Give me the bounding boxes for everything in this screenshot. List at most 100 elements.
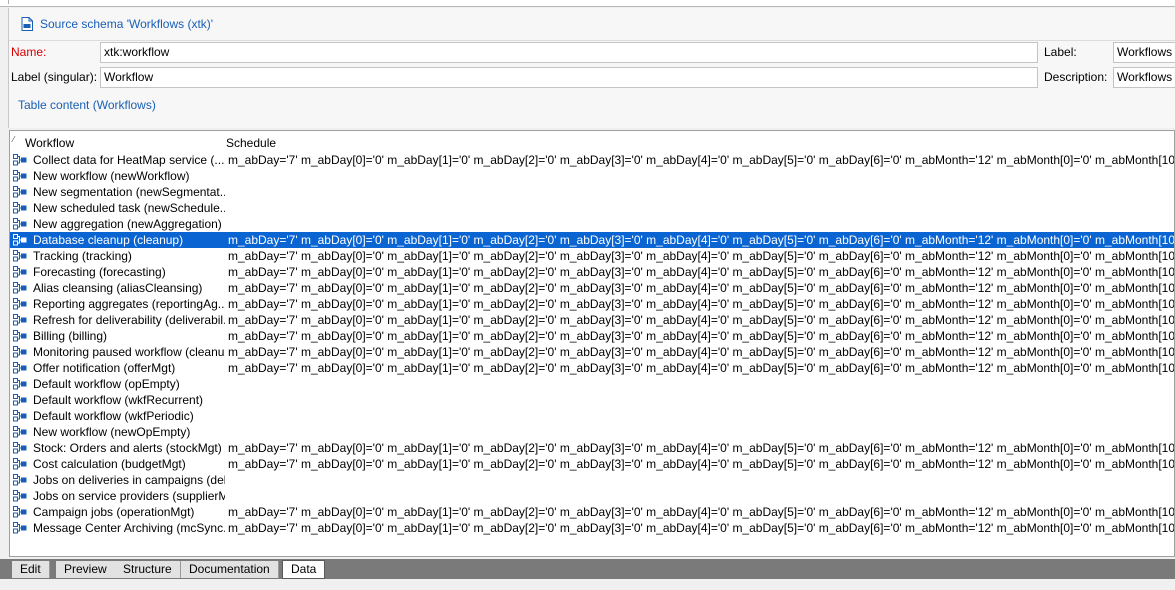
- cell-workflow: New scheduled task (newSchedule...: [33, 201, 225, 215]
- cell-workflow: New workflow (newOpEmpty): [33, 425, 191, 439]
- cell-schedule: m_abDay='7' m_abDay[0]='0' m_abDay[1]='0…: [228, 457, 1175, 471]
- cell-workflow: Monitoring paused workflow (cleanu...: [33, 345, 225, 359]
- cell-workflow: Jobs on deliveries in campaigns (del...: [33, 473, 225, 487]
- table-row[interactable]: Database cleanup (cleanup) m_abDay='7' m_…: [10, 232, 1174, 248]
- workflow-icon: [13, 490, 28, 502]
- workflow-icon: [13, 218, 28, 230]
- table-row[interactable]: Collect data for HeatMap service (... m_a…: [10, 152, 1174, 168]
- workflow-icon: [13, 154, 28, 166]
- divider: [9, 40, 1175, 41]
- tab-bar: Edit Preview Structure Documentation Data: [0, 559, 1175, 579]
- cell-schedule: m_abDay='7' m_abDay[0]='0' m_abDay[1]='0…: [228, 281, 1175, 295]
- cell-workflow: Offer notification (offerMgt): [33, 361, 176, 375]
- table-row[interactable]: Message Center Archiving (mcSync... m_abD…: [10, 520, 1174, 536]
- workflow-icon: [13, 458, 28, 470]
- schema-title[interactable]: Source schema 'Workflows (xtk)': [21, 17, 213, 31]
- workflow-icon: [13, 266, 28, 278]
- cell-workflow: Reporting aggregates (reportingAg...: [33, 297, 225, 311]
- cell-schedule: m_abDay='7' m_abDay[0]='0' m_abDay[1]='0…: [228, 345, 1175, 359]
- table-row[interactable]: Default workflow (opEmpty): [10, 376, 1174, 392]
- cell-workflow: Refresh for deliverability (deliverabil.…: [33, 313, 225, 327]
- workflow-icon: [13, 426, 28, 438]
- table-row[interactable]: New segmentation (newSegmentat...: [10, 184, 1174, 200]
- cell-workflow: New segmentation (newSegmentat...: [33, 185, 225, 199]
- cell-workflow: Billing (billing): [33, 329, 108, 343]
- table-row[interactable]: Jobs on deliveries in campaigns (del...: [10, 472, 1174, 488]
- schema-title-text: Source schema 'Workflows (xtk)': [40, 17, 214, 31]
- table-row[interactable]: Monitoring paused workflow (cleanu... m_a…: [10, 344, 1174, 360]
- table-row[interactable]: Reporting aggregates (reportingAg... m_ab…: [10, 296, 1174, 312]
- column-header-workflow[interactable]: Workflow: [25, 136, 74, 150]
- workflow-icon: [13, 378, 28, 390]
- cell-schedule: m_abDay='7' m_abDay[0]='0' m_abDay[1]='0…: [228, 265, 1175, 279]
- cell-workflow: Jobs on service providers (supplierM...: [33, 489, 225, 503]
- workflow-icon: [13, 442, 28, 454]
- workflow-icon: [13, 202, 28, 214]
- workflow-icon: [13, 394, 28, 406]
- table-row[interactable]: Offer notification (offerMgt) m_abDay='7'…: [10, 360, 1174, 376]
- cell-schedule: m_abDay='7' m_abDay[0]='0' m_abDay[1]='0…: [228, 233, 1175, 247]
- name-label: Name:: [11, 45, 47, 59]
- cell-workflow: Stock: Orders and alerts (stockMgt): [33, 441, 222, 455]
- schema-panel: Source schema 'Workflows (xtk)' Name: xt…: [8, 8, 1175, 128]
- xml-file-icon: [21, 17, 33, 31]
- name-field[interactable]: xtk:workflow: [100, 42, 1038, 63]
- workflow-icon: [13, 474, 28, 486]
- table-row[interactable]: Default workflow (wkfRecurrent): [10, 392, 1174, 408]
- tab-preview[interactable]: Preview: [56, 561, 116, 578]
- tab-structure[interactable]: Structure: [115, 561, 181, 578]
- tab-documentation[interactable]: Documentation: [181, 561, 279, 578]
- label-label: Label:: [1044, 45, 1077, 59]
- grid-rows: Collect data for HeatMap service (... m_a…: [10, 152, 1174, 536]
- table-row[interactable]: Default workflow (wkfPeriodic): [10, 408, 1174, 424]
- table-row[interactable]: Tracking (tracking) m_abDay='7' m_abDay[0…: [10, 248, 1174, 264]
- cell-schedule: m_abDay='7' m_abDay[0]='0' m_abDay[1]='0…: [228, 361, 1175, 375]
- cell-workflow: Default workflow (wkfRecurrent): [33, 393, 204, 407]
- workflow-icon: [13, 314, 28, 326]
- table-row[interactable]: New workflow (newOpEmpty): [10, 424, 1174, 440]
- workflow-icon: [13, 346, 28, 358]
- cell-workflow: Tracking (tracking): [33, 249, 132, 263]
- table-row[interactable]: Billing (billing) m_abDay='7' m_abDay[0]=…: [10, 328, 1174, 344]
- cell-schedule: m_abDay='7' m_abDay[0]='0' m_abDay[1]='0…: [228, 329, 1175, 343]
- cell-workflow: Default workflow (wkfPeriodic): [33, 409, 194, 423]
- table-row[interactable]: Stock: Orders and alerts (stockMgt) m_abD…: [10, 440, 1174, 456]
- description-field[interactable]: Workflows c: [1113, 67, 1175, 88]
- grid-header: ⁄ Workflow Schedule: [10, 131, 1174, 153]
- table-row[interactable]: Campaign jobs (operationMgt) m_abDay='7' …: [10, 504, 1174, 520]
- workflow-icon: [13, 330, 28, 342]
- label-field[interactable]: Workflows: [1113, 42, 1175, 63]
- table-content-link[interactable]: Table content (Workflows): [18, 98, 156, 112]
- table-row[interactable]: Jobs on service providers (supplierM...: [10, 488, 1174, 504]
- description-label: Description:: [1044, 70, 1108, 84]
- workflow-icon: [13, 410, 28, 422]
- table-row[interactable]: Forecasting (forecasting) m_abDay='7' m_a…: [10, 264, 1174, 280]
- cell-schedule: m_abDay='7' m_abDay[0]='0' m_abDay[1]='0…: [228, 441, 1175, 455]
- cell-workflow: Message Center Archiving (mcSync...: [33, 521, 225, 535]
- workflow-icon: [13, 250, 28, 262]
- cell-schedule: m_abDay='7' m_abDay[0]='0' m_abDay[1]='0…: [228, 153, 1175, 167]
- cell-workflow: Default workflow (opEmpty): [33, 377, 180, 391]
- cell-workflow: Collect data for HeatMap service (...: [33, 153, 225, 167]
- singular-label: Label (singular):: [11, 70, 98, 84]
- table-row[interactable]: New scheduled task (newSchedule...: [10, 200, 1174, 216]
- cell-workflow: New workflow (newWorkflow): [33, 169, 190, 183]
- table-row[interactable]: New workflow (newWorkflow): [10, 168, 1174, 184]
- data-grid[interactable]: ⁄ Workflow Schedule Collect data for Hea…: [9, 130, 1175, 557]
- table-row[interactable]: Alias cleansing (aliasCleansing) m_abDay=…: [10, 280, 1174, 296]
- column-header-schedule[interactable]: Schedule: [226, 136, 276, 150]
- tab-edit[interactable]: Edit: [12, 561, 50, 578]
- cell-workflow: Campaign jobs (operationMgt): [33, 505, 195, 519]
- tab-data[interactable]: Data: [282, 560, 326, 579]
- cell-workflow: Database cleanup (cleanup): [33, 233, 184, 247]
- cell-schedule: m_abDay='7' m_abDay[0]='0' m_abDay[1]='0…: [228, 297, 1175, 311]
- workflow-icon: [13, 234, 28, 246]
- table-row[interactable]: Cost calculation (budgetMgt) m_abDay='7' …: [10, 456, 1174, 472]
- top-strip: [0, 0, 1175, 7]
- cell-workflow: Cost calculation (budgetMgt): [33, 457, 186, 471]
- workflow-icon: [13, 522, 28, 534]
- sort-indicator-icon[interactable]: ⁄: [13, 135, 14, 144]
- singular-field[interactable]: Workflow: [100, 67, 1038, 88]
- table-row[interactable]: Refresh for deliverability (deliverabil.…: [10, 312, 1174, 328]
- table-row[interactable]: New aggregation (newAggregation): [10, 216, 1174, 232]
